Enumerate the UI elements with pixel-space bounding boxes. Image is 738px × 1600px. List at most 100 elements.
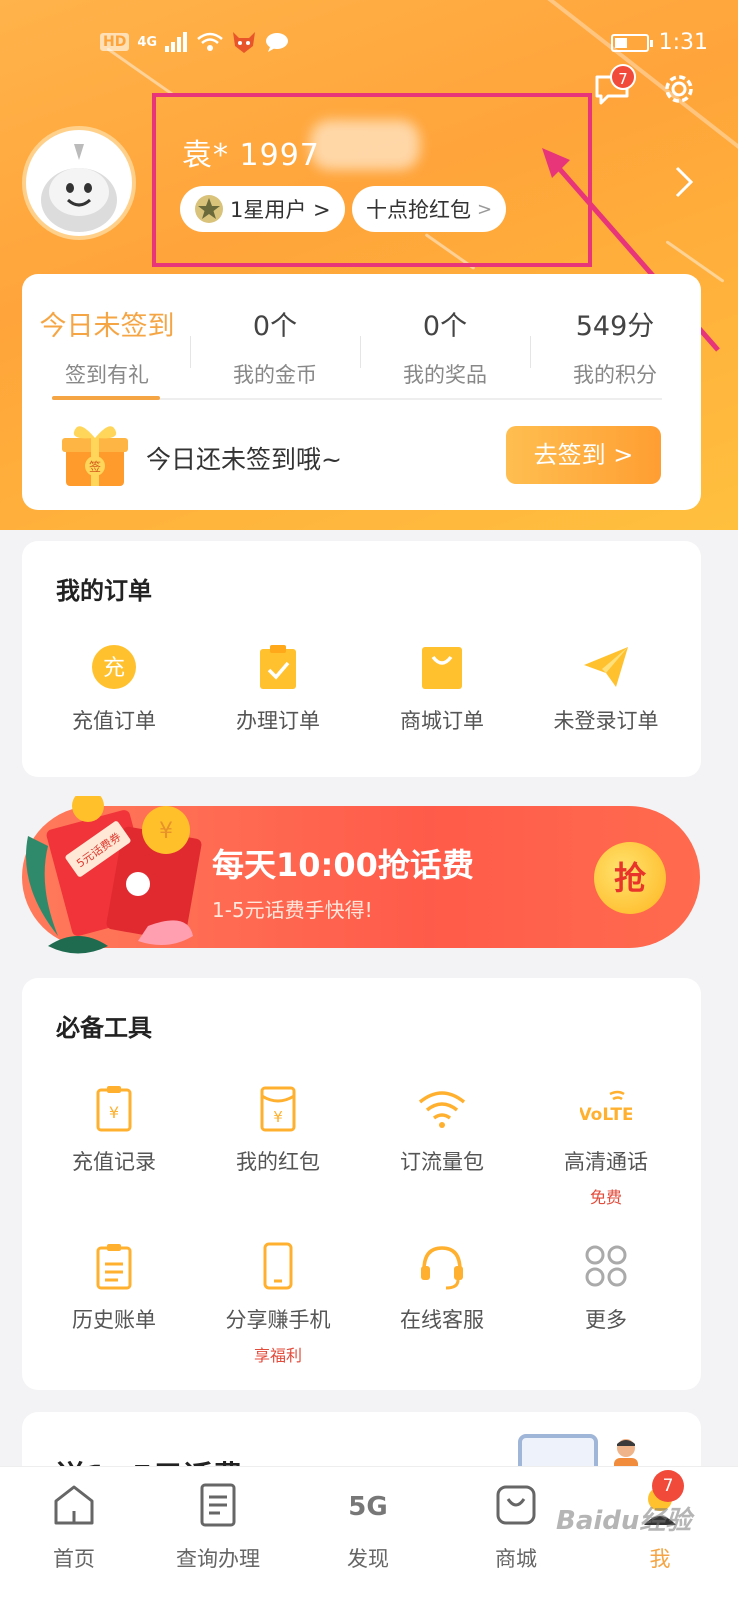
tools-title: 必备工具 — [56, 1014, 152, 1042]
welfare-tag: 享福利 — [253, 1346, 302, 1365]
recharge-record-icon: ¥ — [96, 1086, 132, 1132]
5g-icon: 5G — [348, 1492, 387, 1522]
recharge-glyph: 充 — [103, 656, 125, 681]
tool-label: 充值记录 — [72, 1150, 156, 1174]
stat-signin[interactable]: 今日未签到 签到有礼 — [22, 304, 192, 389]
order-label: 商城订单 — [400, 709, 484, 733]
stat-label: 我的积分 — [573, 363, 657, 387]
svg-text:¥: ¥ — [159, 819, 173, 844]
redpacket-chip[interactable]: 十点抢红包 > — [352, 186, 507, 232]
signin-card: 今日未签到 签到有礼 0个 我的金币 0个 我的奖品 549分 我的积分 签 今… — [22, 274, 701, 510]
tool-bill-history[interactable]: 历史账单 — [34, 1240, 194, 1334]
banner-subtitle: 1-5元话费手快得! — [212, 898, 373, 922]
prize-count: 0个 — [422, 311, 468, 342]
battery-icon — [610, 33, 653, 52]
tool-label: 高清通话 — [564, 1150, 648, 1174]
fox-app-icon — [233, 32, 256, 53]
tool-recharge-record[interactable]: ¥ 充值记录 — [34, 1082, 194, 1176]
status-bar: HD 4G 1:31 — [0, 30, 738, 60]
star-icon — [195, 195, 223, 223]
order-label: 办理订单 — [236, 709, 320, 733]
tool-data-pack[interactable]: 订流量包 — [362, 1082, 522, 1176]
tool-label: 历史账单 — [72, 1308, 156, 1332]
paper-plane-icon — [584, 647, 628, 687]
wifi-status-icon — [197, 32, 223, 51]
tool-label: 更多 — [585, 1308, 627, 1332]
tool-volte[interactable]: VoLTE 高清通话 免费 — [526, 1082, 686, 1208]
tab-label: 查询办理 — [176, 1547, 260, 1571]
order-handle[interactable]: 办理订单 — [198, 641, 358, 735]
stat-coins[interactable]: 0个 我的金币 — [190, 304, 360, 389]
hd-indicator: HD — [100, 33, 130, 51]
red-packet-icon: ¥ — [260, 1086, 296, 1132]
stat-label: 我的金币 — [233, 363, 317, 387]
stat-prizes[interactable]: 0个 我的奖品 — [360, 304, 530, 389]
home-icon — [54, 1485, 94, 1525]
network-type: 4G — [137, 34, 158, 50]
star-level-label: 1星用户 > — [230, 198, 331, 222]
order-unlogged[interactable]: 未登录订单 — [526, 641, 686, 735]
chat-icon — [266, 33, 289, 52]
volte-icon: VoLTE — [580, 1090, 632, 1125]
order-mall[interactable]: 商城订单 — [362, 641, 522, 735]
tab-home[interactable]: 首页 — [14, 1481, 134, 1573]
tools-card: 必备工具 ¥ 充值记录 ¥ 我的红包 订流量包 VoLTE 高清通话 免费 历史… — [22, 978, 701, 1390]
tool-label: 在线客服 — [400, 1308, 484, 1332]
gift-box-icon: 签 — [62, 426, 128, 486]
grab-button[interactable]: 抢 — [594, 842, 666, 914]
signal-icon — [165, 32, 188, 52]
tool-online-service[interactable]: 在线客服 — [362, 1240, 522, 1334]
tab-query[interactable]: 查询办理 — [158, 1481, 278, 1573]
tab-label: 商城 — [495, 1547, 537, 1571]
stat-label: 我的奖品 — [403, 363, 487, 387]
masked-number — [310, 120, 420, 170]
points-count: 549分 — [575, 311, 655, 342]
tab-label: 发现 — [347, 1547, 389, 1571]
active-tab-indicator — [52, 396, 160, 400]
shopping-bag-icon — [422, 647, 462, 689]
promo-banner[interactable]: 5元话费券 ¥ 每天10:00抢话费 1-5元话费手快得! 抢 — [22, 796, 700, 954]
document-icon — [200, 1483, 236, 1527]
volte-glyph: VoLTE — [580, 1105, 632, 1125]
headset-icon — [421, 1246, 463, 1290]
tool-red-packet[interactable]: ¥ 我的红包 — [198, 1082, 358, 1176]
user-name: 袁* 1997 — [182, 138, 320, 173]
tab-label: 我 — [649, 1547, 671, 1571]
red-envelope-illustration: 5元话费券 ¥ — [26, 796, 202, 954]
banner-title: 每天10:00抢话费 — [212, 846, 474, 884]
gift-tag: 签 — [89, 459, 101, 474]
svg-text:¥: ¥ — [109, 1103, 119, 1122]
mall-icon — [496, 1485, 536, 1525]
tab-discover[interactable]: 5G 发现 — [308, 1481, 428, 1573]
recharge-icon: 充 — [92, 645, 136, 689]
free-tag: 免费 — [589, 1188, 622, 1207]
signin-status-text: 今日还未签到哦~ — [146, 445, 342, 474]
order-recharge[interactable]: 充 充值订单 — [34, 641, 194, 735]
signin-status: 今日未签到 — [39, 311, 175, 342]
tool-share-phone[interactable]: 分享赚手机 享福利 — [198, 1240, 358, 1366]
message-badge: 7 — [610, 64, 636, 90]
more-icon — [585, 1245, 627, 1287]
5g-glyph: 5G — [348, 1492, 387, 1522]
stat-label: 签到有礼 — [65, 363, 149, 387]
tab-me-badge: 7 — [652, 1470, 684, 1502]
watermark: Baidu经验 — [556, 1506, 692, 1536]
bill-icon — [96, 1244, 132, 1290]
clipboard-check-icon — [260, 645, 296, 689]
order-label: 充值订单 — [72, 709, 156, 733]
coin-count: 0个 — [252, 311, 298, 342]
gear-icon[interactable] — [660, 70, 698, 108]
orders-card: 我的订单 充 充值订单 办理订单 商城订单 未登录订单 — [22, 541, 701, 777]
svg-text:¥: ¥ — [273, 1108, 283, 1126]
tool-more[interactable]: 更多 — [526, 1240, 686, 1334]
order-label: 未登录订单 — [553, 709, 659, 733]
clock: 1:31 — [658, 30, 708, 55]
stat-points[interactable]: 549分 我的积分 — [530, 304, 700, 389]
avatar[interactable] — [22, 126, 136, 240]
signin-button[interactable]: 去签到 > — [506, 426, 661, 484]
tool-label: 分享赚手机 — [225, 1308, 331, 1332]
redpacket-arrow: > — [477, 198, 493, 220]
redpacket-label: 十点抢红包 — [366, 198, 471, 222]
tool-label: 我的红包 — [236, 1150, 320, 1174]
star-level-chip[interactable]: 1星用户 > — [180, 186, 345, 232]
